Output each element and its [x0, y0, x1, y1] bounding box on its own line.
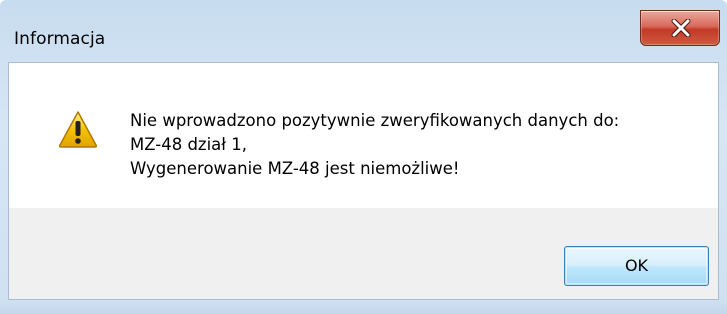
close-x-icon	[671, 19, 691, 37]
ok-button[interactable]: OK	[564, 246, 709, 286]
message-line: Wygenerowanie MZ-48 jest niemożliwe!	[130, 159, 460, 178]
title-bar[interactable]: Informacja	[0, 0, 727, 62]
window-bottom-border	[0, 300, 727, 314]
warning-icon	[58, 111, 98, 148]
close-button[interactable]	[640, 10, 720, 46]
window-title: Informacja	[14, 29, 106, 49]
button-bar: OK	[8, 208, 719, 300]
message-area: Nie wprowadzono pozytywnie zweryfikowany…	[8, 62, 719, 208]
message-text: Nie wprowadzono pozytywnie zweryfikowany…	[130, 109, 619, 181]
dialog-window: Informacja Nie wprowadzono pozytywnie zw…	[0, 0, 727, 314]
message-line: Nie wprowadzono pozytywnie zweryfikowany…	[130, 111, 620, 130]
message-line: MZ-48 dział 1,	[130, 135, 247, 154]
